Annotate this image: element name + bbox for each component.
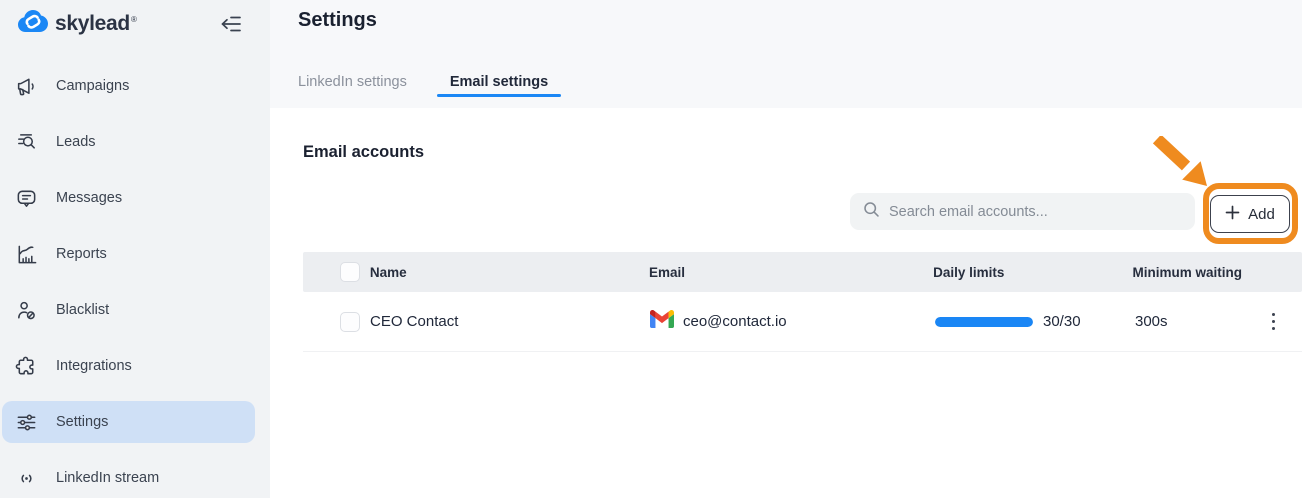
select-all-checkbox[interactable]: [340, 262, 360, 282]
add-button-label: Add: [1248, 206, 1275, 223]
sidebar-item-label: Integrations: [56, 358, 132, 374]
puzzle-icon: [14, 354, 38, 378]
column-header-email: Email: [649, 265, 933, 280]
settings-tabs: LinkedIn settings Email settings: [298, 74, 561, 108]
topbar: Settings LinkedIn settings: [270, 0, 1302, 108]
search-input[interactable]: [889, 204, 1169, 220]
sidebar-item-messages[interactable]: Messages: [0, 170, 270, 226]
add-button[interactable]: Add: [1210, 195, 1290, 233]
sidebar-item-blacklist[interactable]: Blacklist: [0, 282, 270, 338]
megaphone-icon: [14, 74, 38, 98]
sidebar-item-label: Leads: [56, 134, 96, 150]
table-header: Name Email Daily limits Minimum waiting: [303, 252, 1302, 292]
daily-limit-progress: [935, 317, 1033, 327]
registered-mark: ®: [131, 15, 137, 24]
column-header-name: Name: [360, 265, 649, 280]
sidebar-item-linkedin-stream[interactable]: LinkedIn stream: [0, 450, 270, 498]
section-title: Email accounts: [303, 143, 424, 162]
sidebar-item-label: Reports: [56, 246, 107, 262]
daily-limit-progress-fill: [935, 317, 1033, 327]
chart-report-icon: [14, 242, 38, 266]
page-title: Settings: [298, 9, 377, 32]
account-name: CEO Contact: [360, 313, 650, 330]
chat-bubble-icon: [14, 186, 38, 210]
gmail-icon: [650, 310, 674, 333]
email-settings-panel: Email accounts Add Name: [270, 108, 1302, 498]
sidebar-item-label: Blacklist: [56, 302, 109, 318]
leads-search-icon: [14, 130, 38, 154]
active-item-highlight: [2, 401, 255, 443]
row-actions-kebab-icon[interactable]: [1268, 309, 1280, 335]
active-tab-underline: [437, 94, 561, 97]
search-icon: [862, 200, 881, 224]
skylead-logo[interactable]: skylead®: [18, 8, 137, 40]
column-header-daily-limits: Daily limits: [933, 265, 1132, 280]
email-accounts-table: Name Email Daily limits Minimum waiting …: [303, 252, 1302, 352]
skylead-cloud-icon: [18, 8, 48, 40]
search-box: [850, 193, 1195, 230]
broadcast-icon: [14, 466, 38, 490]
sidebar-item-integrations[interactable]: Integrations: [0, 338, 270, 394]
table-row[interactable]: CEO Contact ceo@contact.io: [303, 292, 1302, 352]
skylead-app: skylead® Cam: [0, 0, 1302, 498]
sidebar-item-settings[interactable]: Settings: [0, 394, 270, 450]
plus-icon: [1225, 205, 1240, 224]
column-header-minimum-waiting: Minimum waiting: [1133, 265, 1302, 280]
blocked-person-icon: [14, 298, 38, 322]
sidebar-item-label: Messages: [56, 190, 122, 206]
sliders-icon: [14, 410, 38, 434]
minimum-waiting-value: 300s: [1135, 313, 1245, 330]
sidebar-nav: Campaigns Leads: [0, 58, 270, 498]
sidebar: skylead® Cam: [0, 0, 270, 498]
sidebar-item-campaigns[interactable]: Campaigns: [0, 58, 270, 114]
sidebar-item-label: Settings: [56, 414, 108, 430]
sidebar-item-label: Campaigns: [56, 78, 129, 94]
tab-linkedin-settings[interactable]: LinkedIn settings: [298, 74, 407, 108]
tab-email-settings[interactable]: Email settings: [437, 74, 561, 108]
brand-name: skylead®: [55, 12, 137, 36]
collapse-sidebar-icon[interactable]: [216, 9, 246, 39]
sidebar-item-label: LinkedIn stream: [56, 470, 159, 486]
daily-limit-value: 30/30: [1043, 313, 1081, 330]
sidebar-item-leads[interactable]: Leads: [0, 114, 270, 170]
logo-row: skylead®: [0, 0, 270, 48]
account-email: ceo@contact.io: [683, 313, 787, 330]
sidebar-item-reports[interactable]: Reports: [0, 226, 270, 282]
row-checkbox[interactable]: [340, 312, 360, 332]
tab-label: Email settings: [450, 74, 548, 90]
